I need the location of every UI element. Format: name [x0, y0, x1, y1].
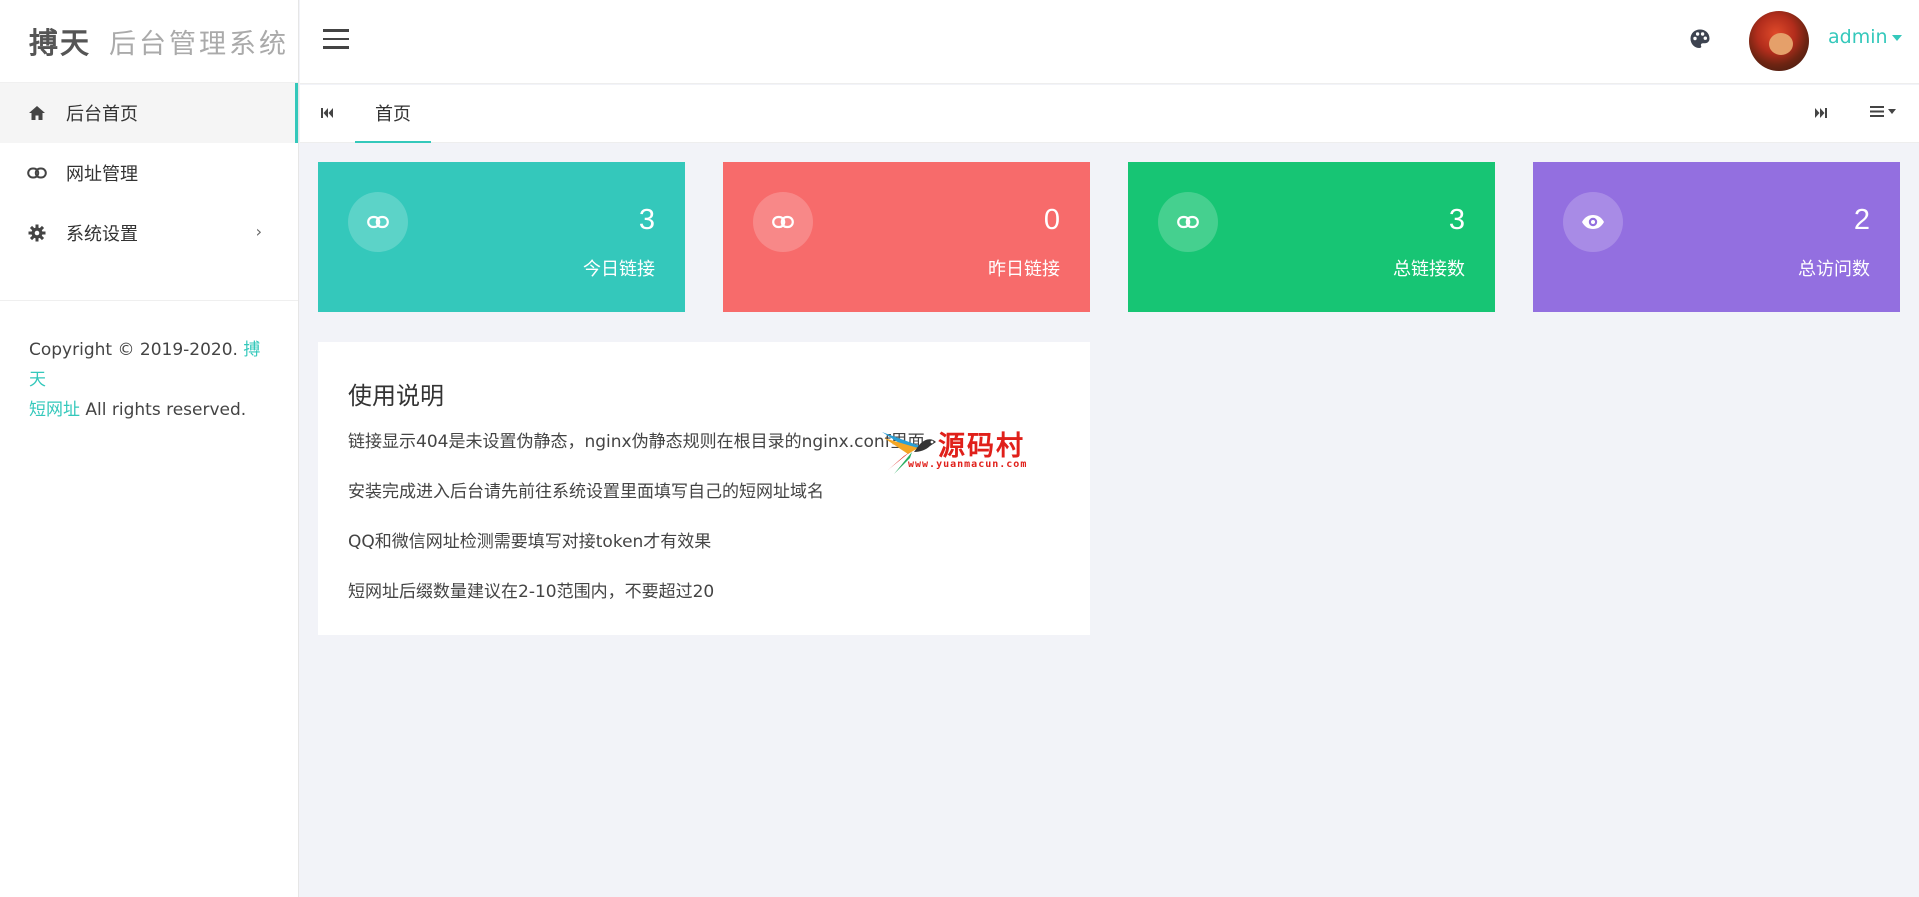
top-header: admin [300, 0, 1919, 84]
watermark: 源码村 www.yuanmacun.com [880, 424, 1035, 476]
link-icon [27, 163, 47, 183]
usage-line: QQ和微信网址检测需要填写对接token才有效果 [348, 532, 712, 552]
tab-scroll-left-icon[interactable] [320, 104, 334, 123]
tab-bar: 首页 [300, 85, 1919, 143]
stat-label: 总链接数 [1393, 259, 1465, 280]
copyright-link-product[interactable]: 短网址 [29, 400, 80, 420]
menu-toggle-icon[interactable] [323, 29, 349, 51]
stat-card-today: 3 今日链接 [318, 162, 685, 312]
stat-label: 总访问数 [1798, 259, 1870, 280]
gear-icon [27, 223, 47, 243]
sidebar-item-label: 系统设置 [66, 224, 138, 245]
copyright: Copyright © 2019-2020. 搏天 短网址 All rights … [0, 301, 298, 425]
stat-value: 2 [1853, 204, 1870, 236]
stat-label: 昨日链接 [988, 259, 1060, 280]
watermark-url: www.yuanmacun.com [908, 459, 1028, 470]
eye-icon [1563, 192, 1623, 252]
sidebar: 搏天 后台管理系统 后台首页 网址管理 系统设置 › Copyright © 2… [0, 0, 299, 897]
link-icon [753, 192, 813, 252]
logo[interactable]: 搏天 后台管理系统 [0, 0, 298, 83]
link-icon [348, 192, 408, 252]
usage-panel: 使用说明 链接显示404是未设置伪静态，nginx伪静态规则在根目录的nginx… [318, 342, 1090, 635]
stat-value: 0 [1043, 204, 1060, 236]
sidebar-item-urls[interactable]: 网址管理 [0, 143, 298, 203]
home-icon [27, 103, 47, 123]
tab-options-icon[interactable] [1870, 106, 1896, 117]
usage-line: 链接显示404是未设置伪静态，nginx伪静态规则在根目录的nginx.conf… [348, 432, 925, 452]
tab-scroll-right-icon[interactable] [1814, 104, 1828, 123]
usage-line: 短网址后缀数量建议在2-10范围内，不要超过20 [348, 582, 715, 602]
usage-line: 安装完成进入后台请先前往系统设置里面填写自己的短网址域名 [348, 482, 824, 502]
link-icon [1158, 192, 1218, 252]
copyright-suffix: All rights reserved. [80, 400, 247, 420]
user-name[interactable]: admin [1828, 26, 1888, 48]
tab-home[interactable]: 首页 [355, 85, 431, 143]
sidebar-item-home[interactable]: 后台首页 [0, 83, 298, 143]
stat-value: 3 [1448, 204, 1465, 236]
stat-card-total-links: 3 总链接数 [1128, 162, 1495, 312]
chevron-down-icon[interactable] [1892, 35, 1902, 41]
panel-title: 使用说明 [348, 382, 444, 410]
logo-brand: 搏天 [29, 26, 92, 60]
stat-card-yesterday: 0 昨日链接 [723, 162, 1090, 312]
avatar[interactable] [1749, 11, 1809, 71]
sidebar-item-label: 网址管理 [66, 164, 138, 185]
sidebar-item-settings[interactable]: 系统设置 › [0, 203, 298, 263]
stat-value: 3 [638, 204, 655, 236]
copyright-prefix: Copyright © 2019-2020. [29, 340, 244, 360]
logo-subtitle: 后台管理系统 [109, 28, 290, 60]
stat-card-total-visits: 2 总访问数 [1533, 162, 1900, 312]
stat-label: 今日链接 [583, 259, 655, 280]
usage-list: 链接显示404是未设置伪静态，nginx伪静态规则在根目录的nginx.conf… [348, 430, 925, 630]
palette-icon[interactable] [1689, 28, 1711, 54]
watermark-text: 源码村 [938, 431, 1025, 462]
sidebar-item-label: 后台首页 [66, 104, 138, 125]
chevron-right-icon: › [255, 222, 262, 241]
